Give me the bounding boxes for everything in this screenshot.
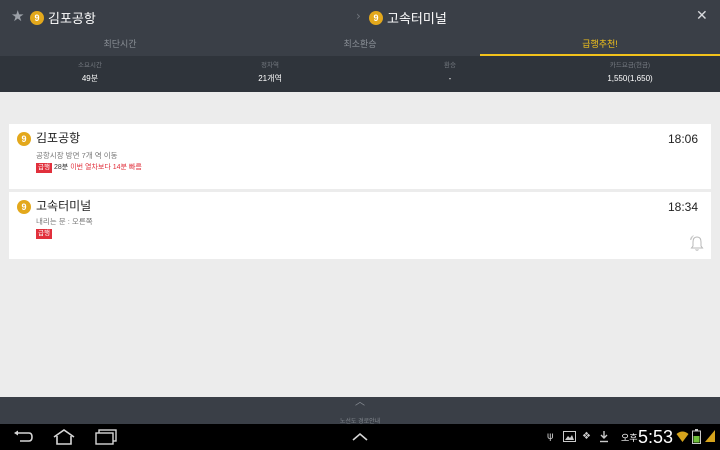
usb-icon: ψ	[547, 431, 554, 442]
origin-station[interactable]: 9 김포공항	[30, 8, 96, 27]
arrival-time: 18:34	[667, 200, 698, 214]
destination-station-name: 고속터미널	[387, 11, 447, 26]
door-side-info: 내리는 문 : 오른쪽	[36, 217, 93, 226]
clock-time: 5:53	[638, 427, 674, 447]
station-name: 고속터미널	[36, 199, 92, 213]
star-icon[interactable]: ★	[11, 7, 24, 25]
summary-label: 환승	[444, 62, 456, 69]
station-name: 김포공항	[36, 131, 81, 145]
close-icon[interactable]: ✕	[696, 7, 708, 25]
route-step-alight[interactable]: 9 고속터미널 18:34 내리는 문 : 오른쪽 급행	[9, 192, 711, 259]
line-badge: 9	[369, 10, 383, 25]
ride-duration: 28분	[53, 164, 69, 171]
back-icon[interactable]	[12, 430, 34, 444]
route-summary: 소요시간 49분 정차역 21개역 환승 - 카드요금(현금) 1,550(1,…	[0, 56, 720, 92]
chevron-up-icon[interactable]	[351, 432, 369, 442]
tab-shortest-time[interactable]: 최단시간	[0, 32, 240, 56]
summary-value: 21개역	[258, 74, 282, 83]
route-map-drawer-handle[interactable]: ︿ 노선도 경로안내	[0, 397, 720, 425]
tab-express[interactable]: 급행추천!	[480, 32, 720, 56]
wifi-icon	[676, 431, 689, 442]
express-tag: 급행	[36, 229, 52, 239]
alarm-bell-icon[interactable]	[689, 234, 705, 252]
clock-ampm: 오후	[621, 433, 638, 443]
summary-label: 카드요금(현금)	[609, 62, 651, 69]
download-icon	[600, 431, 608, 443]
summary-duration: 소요시간 49분	[0, 56, 180, 92]
summary-value: 49분	[81, 74, 99, 83]
destination-station[interactable]: 9 고속터미널	[369, 8, 447, 27]
chevron-up-icon: ︿	[355, 397, 365, 408]
express-tag: 급행	[36, 163, 52, 173]
route-step-board[interactable]: 9 김포공항 18:06 공항시장 방면 7개 역 이동 급행 28분 이번 열…	[9, 124, 711, 189]
line-badge: 9	[30, 10, 44, 25]
origin-station-name: 김포공항	[48, 11, 96, 26]
time-saving-note: 이번 열차보다 14분 빠름	[70, 164, 142, 171]
departure-time: 18:06	[667, 132, 698, 146]
tab-fewest-transfers[interactable]: 최소환승	[240, 32, 480, 56]
route-tabs: 최단시간 최소환승 급행추천!	[0, 32, 720, 56]
summary-fare: 카드요금(현금) 1,550(1,650)	[540, 56, 720, 92]
dropbox-icon: ❖	[582, 431, 591, 442]
recent-apps-icon[interactable]	[94, 429, 118, 445]
summary-value: -	[448, 74, 452, 83]
image-icon	[563, 431, 576, 442]
summary-value: 1,550(1,650)	[607, 74, 653, 83]
line-badge: 9	[17, 200, 31, 214]
system-nav-bar: ψ ❖ 오후 5:53	[0, 424, 720, 450]
battery-icon	[692, 429, 701, 444]
summary-stops: 정차역 21개역	[180, 56, 360, 92]
summary-label: 정차역	[261, 62, 279, 69]
summary-label: 소요시간	[78, 62, 102, 69]
chevron-right-icon: ›	[356, 9, 361, 23]
summary-transfers: 환승 -	[360, 56, 540, 92]
direction-info: 공항시장 방면 7개 역 이동	[36, 151, 118, 160]
express-info: 급행	[36, 229, 52, 239]
home-icon[interactable]	[52, 429, 76, 445]
line-badge: 9	[17, 132, 31, 146]
express-info: 급행 28분 이번 열차보다 14분 빠름	[36, 163, 142, 173]
header-bar: ★ 9 김포공항 › 9 고속터미널 ✕	[0, 0, 720, 32]
signal-icon	[705, 430, 715, 442]
